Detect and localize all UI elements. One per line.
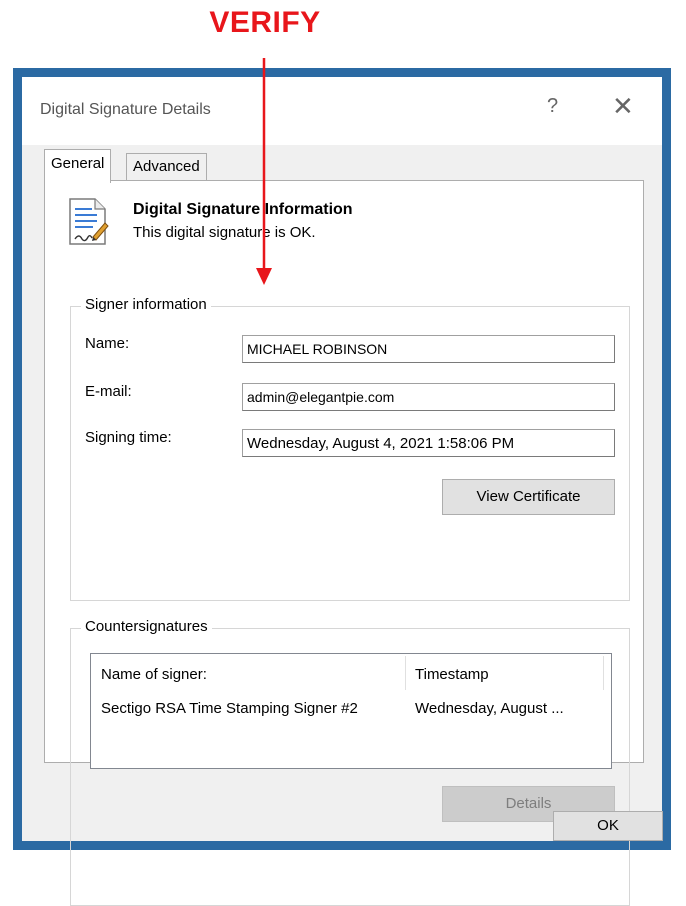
- info-title: Digital Signature Information: [133, 201, 353, 218]
- countersignatures-group: Countersignatures Name of signer: Timest…: [70, 618, 630, 906]
- name-field[interactable]: MICHAEL ROBINSON: [242, 335, 615, 363]
- email-field[interactable]: admin@elegantpie.com: [242, 383, 615, 411]
- view-certificate-button[interactable]: View Certificate: [442, 479, 615, 515]
- dialog-window: Digital Signature Details ? ✕ General Ad…: [13, 68, 671, 906]
- dialog-body: Digital Signature Details ? ✕ General Ad…: [22, 77, 663, 906]
- tab-general[interactable]: General: [44, 149, 112, 183]
- countersigner-timestamp-cell[interactable]: Wednesday, August ...: [415, 700, 564, 717]
- countersigner-name-cell[interactable]: Sectigo RSA Time Stamping Signer #2: [101, 700, 358, 717]
- ok-button[interactable]: OK: [553, 811, 663, 841]
- signed-document-icon: [69, 198, 109, 245]
- column-header-timestamp[interactable]: Timestamp: [415, 666, 489, 683]
- column-separator[interactable]: [603, 656, 604, 690]
- signature-status: This digital signature is OK.: [133, 224, 316, 241]
- name-label: Name:: [85, 335, 130, 352]
- email-label: E-mail:: [85, 383, 132, 400]
- signing-time-field[interactable]: Wednesday, August 4, 2021 1:58:06 PM: [242, 429, 615, 457]
- verify-annotation-label: VERIFY: [209, 6, 321, 39]
- title-bar[interactable]: Digital Signature Details ? ✕: [22, 77, 662, 145]
- help-button[interactable]: ?: [547, 95, 558, 118]
- column-separator[interactable]: [405, 656, 406, 690]
- signer-information-group: Signer information Name: MICHAEL ROBINSO…: [70, 296, 630, 601]
- column-header-name[interactable]: Name of signer:: [101, 666, 207, 683]
- signer-information-legend: Signer information: [81, 296, 211, 313]
- window-title: Digital Signature Details: [40, 101, 211, 118]
- countersignatures-legend: Countersignatures: [81, 618, 212, 635]
- signing-time-label: Signing time:: [85, 429, 172, 446]
- tab-advanced[interactable]: Advanced: [126, 153, 207, 181]
- close-button[interactable]: ✕: [612, 91, 634, 122]
- general-tab-panel: Digital Signature Information This digit…: [44, 180, 644, 906]
- countersignatures-list[interactable]: Name of signer: Timestamp Sectigo RSA Ti…: [90, 653, 612, 769]
